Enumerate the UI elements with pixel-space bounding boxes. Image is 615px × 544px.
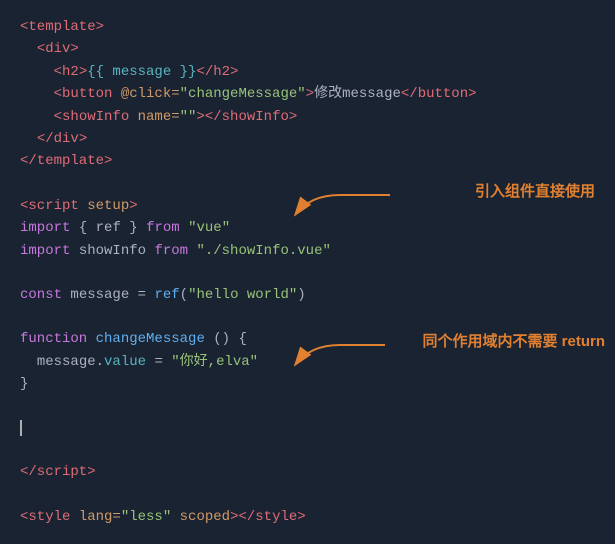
cursor-line <box>20 417 595 439</box>
empty-line <box>20 262 595 284</box>
obj-token: message. <box>37 351 104 373</box>
keyword-token: import <box>20 240 70 262</box>
code-line: </div> <box>20 128 595 150</box>
tag-token: > <box>306 83 314 105</box>
attr-token: scoped <box>180 506 230 528</box>
code-line: function changeMessage () { <box>20 328 595 350</box>
indent <box>20 83 54 105</box>
string-token: "vue" <box>188 217 230 239</box>
tag-token: </h2> <box>196 61 238 83</box>
keyword-token: const <box>20 284 62 306</box>
plain-token <box>188 240 196 262</box>
keyword-token: import <box>20 217 70 239</box>
code-line: </script> <box>20 461 595 483</box>
indent <box>20 61 54 83</box>
tag-token: ></style> <box>230 506 306 528</box>
tag-token: ></showInfo> <box>196 106 297 128</box>
string-token: "你好,elva" <box>171 351 258 373</box>
tag-token: <h2> <box>54 61 88 83</box>
func-token: changeMessage <box>96 328 205 350</box>
string-token: "less" <box>121 506 171 528</box>
code-line: } <box>20 373 595 395</box>
indent <box>20 38 37 60</box>
code-line: <template> <box>20 16 595 38</box>
plain-token: = <box>146 351 171 373</box>
empty-line <box>20 439 595 461</box>
empty-line <box>20 395 595 417</box>
plain-token <box>87 328 95 350</box>
operator-token: = <box>138 284 146 306</box>
tag-token: </template> <box>20 150 112 172</box>
from-token: from <box>154 240 188 262</box>
plain-token: } <box>121 217 146 239</box>
plain-token <box>146 284 154 306</box>
code-editor: <template> <div> <h2>{{ message }}</h2> … <box>0 0 615 544</box>
indent <box>20 106 54 128</box>
code-line: <showInfo name=""></showInfo> <box>20 106 595 128</box>
plain-token: { <box>70 217 95 239</box>
attr-token: lang= <box>79 506 121 528</box>
tag-token: <style <box>20 506 79 528</box>
code-line: <button @click="changeMessage">修改message… <box>20 83 595 105</box>
ref-token: ref <box>96 217 121 239</box>
code-line: <h2>{{ message }}</h2> <box>20 61 595 83</box>
text-cursor <box>20 420 22 436</box>
code-line: import { ref } from "vue" <box>20 217 595 239</box>
code-line: <div> <box>20 38 595 60</box>
tag-token: <button <box>54 83 121 105</box>
string-token: "changeMessage" <box>180 83 306 105</box>
attr-token: setup <box>87 195 129 217</box>
attr-token: @click= <box>121 83 180 105</box>
plain-token: showInfo <box>70 240 154 262</box>
code-line: <script setup> <box>20 195 595 217</box>
empty-line <box>20 173 595 195</box>
indent <box>20 128 37 150</box>
plain-token: message <box>62 284 138 306</box>
from-token: from <box>146 217 180 239</box>
attr-token: name= <box>138 106 180 128</box>
tag-token: </button> <box>401 83 477 105</box>
code-line: <style lang="less" scoped></style> <box>20 506 595 528</box>
string-token: "./showInfo.vue" <box>196 240 330 262</box>
tag-token: <script <box>20 195 87 217</box>
mustache-token: {{ message }} <box>87 61 196 83</box>
code-line: const message = ref("hello world") <box>20 284 595 306</box>
func-token: ref <box>154 284 179 306</box>
string-token: "hello world" <box>188 284 297 306</box>
tag-token: <showInfo <box>54 106 138 128</box>
plain-token: () { <box>205 328 247 350</box>
tag-token: <div> <box>37 38 79 60</box>
code-line: message.value = "你好,elva" <box>20 351 595 373</box>
indent <box>20 351 37 373</box>
empty-line <box>20 484 595 506</box>
tag-token: </div> <box>37 128 87 150</box>
tag-token: > <box>129 195 137 217</box>
keyword-token: function <box>20 328 87 350</box>
brace-token: } <box>20 373 28 395</box>
prop-token: value <box>104 351 146 373</box>
bracket-token: ) <box>297 284 305 306</box>
plain-token <box>171 506 179 528</box>
tag-token: <template> <box>20 16 104 38</box>
plain-token <box>180 217 188 239</box>
code-line: import showInfo from "./showInfo.vue" <box>20 240 595 262</box>
code-line: </template> <box>20 150 595 172</box>
tag-token: </script> <box>20 461 96 483</box>
bracket-token: ( <box>180 284 188 306</box>
empty-line <box>20 306 595 328</box>
string-token: "" <box>180 106 197 128</box>
text-token: 修改message <box>314 83 401 105</box>
